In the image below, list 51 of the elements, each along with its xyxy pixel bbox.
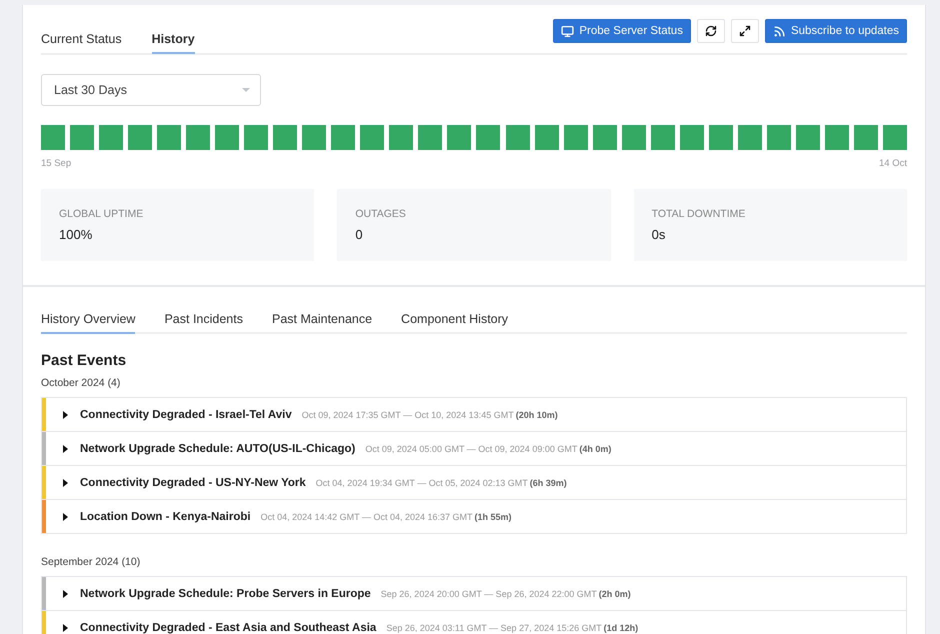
tab[interactable]: History Overview: [41, 312, 136, 334]
event-time-range: Oct 09, 2024 17:35 GMT — Oct 10, 2024 13:45 GMT: [302, 410, 514, 420]
event-row[interactable]: Network Upgrade Schedule: Probe Servers in Europe Sep 26, 2024 20:00 GMT — Sep 26, 2024 22:00 GMT (2h 0m): [41, 577, 907, 611]
tab[interactable]: History: [152, 32, 195, 54]
event-title: Network Upgrade Schedule: Probe Servers in Europe: [80, 588, 371, 600]
stat-label: TOTAL DOWNTIME: [652, 208, 746, 220]
event-title: Connectivity Degraded - East Asia and Southeast Asia: [80, 622, 376, 634]
event-time-range: Oct 09, 2024 05:00 GMT — Oct 09, 2024 09:00 GMT: [365, 444, 578, 454]
stat-value: 0: [355, 227, 364, 242]
expand-icon: [738, 25, 751, 37]
event-row[interactable]: Connectivity Degraded - Israel-Tel Aviv Oct 09, 2024 17:35 GMT — Oct 10, 2024 13:45 GMT (20h 10m): [41, 398, 907, 432]
event-duration: (6h 39m): [530, 478, 567, 488]
event-duration: (4h 0m): [579, 444, 612, 454]
tab[interactable]: Past Incidents: [164, 312, 243, 334]
action-button[interactable]: Subscribe to updates: [764, 19, 907, 43]
event-duration: (20h 10m): [516, 410, 558, 420]
section-title: Past Events: [41, 352, 128, 369]
stat-label: OUTAGES: [355, 208, 407, 220]
event-row[interactable]: Connectivity Degraded - US-NY-New York Oct 04, 2024 19:34 GMT — Oct 05, 2024 02:13 GMT (6h 39m): [41, 466, 907, 500]
event-title: Connectivity Degraded - US-NY-New York: [80, 476, 306, 488]
event-duration: (2h 0m): [598, 588, 631, 598]
rss-icon: [772, 24, 786, 38]
stat-value: 0s: [652, 227, 666, 242]
event-title: Location Down - Kenya-Nairobi: [80, 510, 251, 522]
action-button[interactable]: Probe Server Status: [553, 19, 691, 43]
event-time-range: Sep 26, 2024 03:11 GMT — Sep 27, 2024 15:26 GMT: [386, 622, 602, 632]
tab[interactable]: Component History: [401, 312, 508, 334]
month-heading: September 2024 (10): [41, 556, 142, 568]
event-time-range: Oct 04, 2024 19:34 GMT — Oct 05, 2024 02:13 GMT: [316, 478, 528, 488]
tab[interactable]: Current Status: [41, 32, 122, 54]
event-row[interactable]: Location Down - Kenya-Nairobi Oct 04, 2024 14:42 GMT — Oct 04, 2024 16:37 GMT (1h 55m): [41, 500, 907, 534]
range-start-label: 15 Sep: [41, 158, 72, 169]
event-duration: (1h 55m): [474, 512, 512, 522]
stat-label: GLOBAL UPTIME: [59, 208, 144, 220]
icon-button[interactable]: [730, 19, 759, 43]
tab[interactable]: Past Maintenance: [272, 312, 372, 334]
event-title: Connectivity Degraded - Israel-Tel Aviv: [80, 408, 292, 420]
range-end-label: 14 Oct: [879, 158, 907, 169]
caret-icon: [242, 88, 250, 92]
month-heading: October 2024 (4): [41, 377, 122, 389]
event-row[interactable]: Network Upgrade Schedule: AUTO(US-IL-Chicago) Oct 09, 2024 05:00 GMT — Oct 09, 2024 09:00 GMT (4h 0m): [41, 432, 907, 466]
stat-value: 100%: [59, 227, 94, 242]
monitor-icon: [561, 24, 574, 38]
event-row[interactable]: Connectivity Degraded - East Asia and Southeast Asia Sep 26, 2024 03:11 GMT — Sep 27, 2024 15:26 GMT (1d 12h): [41, 611, 907, 634]
event-duration: (1d 12h): [604, 622, 638, 632]
icon-button[interactable]: [696, 19, 725, 43]
range-dropdown[interactable]: Last 30 Days: [41, 74, 261, 106]
event-time-range: Oct 04, 2024 14:42 GMT — Oct 04, 2024 16:37 GMT: [260, 512, 473, 522]
event-title: Network Upgrade Schedule: AUTO(US-IL-Chicago): [80, 442, 356, 454]
refresh-icon: [704, 25, 717, 37]
event-time-range: Sep 26, 2024 20:00 GMT — Sep 26, 2024 22:00 GMT: [380, 588, 597, 598]
